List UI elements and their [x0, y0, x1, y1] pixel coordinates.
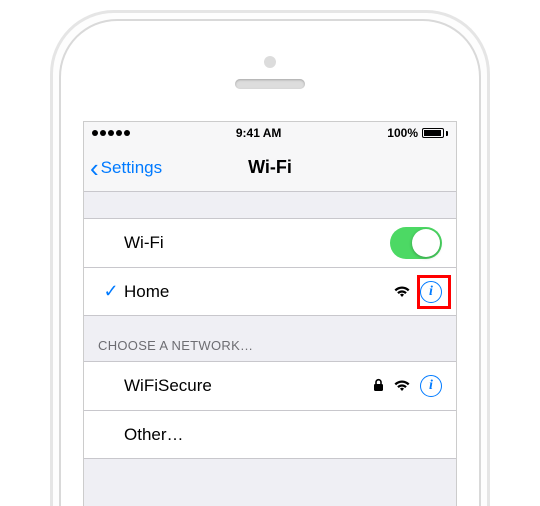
networks-group: WiFiSecure: [84, 362, 456, 459]
phone-frame: 9:41 AM 100% ‹ Settings Wi-Fi: [50, 10, 490, 506]
wifi-signal-icon: [394, 286, 410, 298]
connected-network-row[interactable]: ✓ Home i: [84, 267, 456, 315]
screen: 9:41 AM 100% ‹ Settings Wi-Fi: [83, 121, 457, 506]
front-camera: [264, 56, 276, 68]
volume-down-button: [50, 253, 53, 301]
cellular-signal-icon: [92, 130, 130, 136]
back-label: Settings: [101, 158, 162, 178]
wifi-group: Wi-Fi ✓ Home: [84, 218, 456, 316]
earpiece-speaker: [235, 79, 305, 89]
wifi-toggle-label: Wi-Fi: [124, 233, 390, 253]
network-row[interactable]: WiFiSecure: [84, 362, 456, 410]
info-icon[interactable]: i: [420, 375, 442, 397]
info-icon[interactable]: i: [420, 281, 442, 303]
choose-network-header: CHOOSE A NETWORK…: [84, 316, 456, 362]
other-network-row[interactable]: Other…: [84, 410, 456, 458]
status-time: 9:41 AM: [236, 126, 282, 140]
checkmark-icon: ✓: [98, 281, 124, 302]
battery-icon: [422, 128, 448, 138]
page-title: Wi-Fi: [248, 157, 292, 178]
back-button[interactable]: ‹ Settings: [90, 144, 162, 191]
connected-network-name: Home: [124, 282, 394, 302]
wifi-signal-icon: [394, 380, 410, 392]
wifi-toggle-switch[interactable]: [390, 227, 442, 259]
other-label: Other…: [124, 425, 442, 445]
battery-percentage: 100%: [387, 126, 418, 140]
nav-bar: ‹ Settings Wi-Fi: [84, 144, 456, 192]
mute-switch: [50, 143, 53, 171]
wifi-toggle-row: Wi-Fi: [84, 219, 456, 267]
chevron-left-icon: ‹: [90, 155, 99, 181]
network-name: WiFiSecure: [124, 376, 373, 396]
status-bar: 9:41 AM 100%: [84, 122, 456, 144]
lock-icon: [373, 378, 384, 395]
power-button: [487, 173, 490, 223]
volume-up-button: [50, 193, 53, 241]
